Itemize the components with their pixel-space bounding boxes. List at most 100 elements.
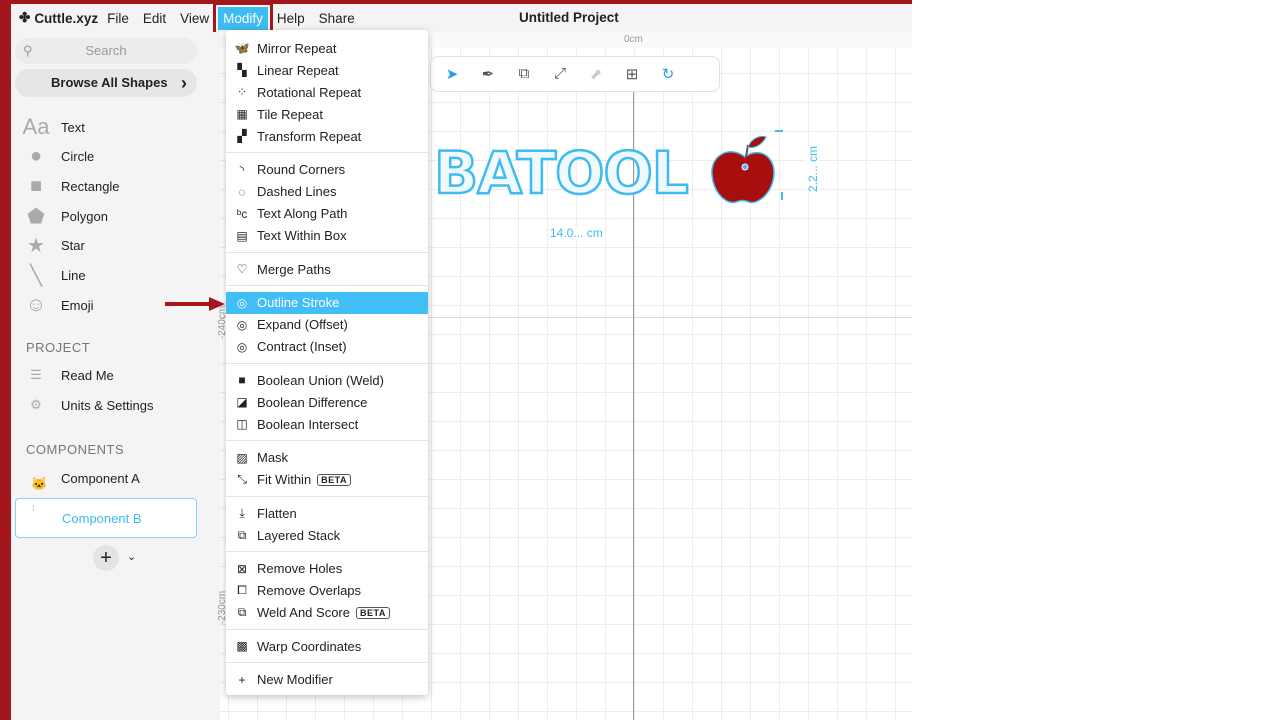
design-shapes[interactable]: BATOOL: [430, 127, 830, 217]
search-input[interactable]: ⚲ Search: [15, 38, 197, 64]
select-arrow-icon[interactable]: ➤: [443, 65, 461, 83]
menu-item-weld-and-score[interactable]: ⧉ Weld And Score BETA: [226, 602, 428, 624]
menu-item-new-modifier[interactable]: + New Modifier: [226, 669, 428, 691]
sidebar-shape-star[interactable]: ★ Star: [25, 233, 85, 259]
text-box-icon: ▤: [236, 228, 248, 243]
project-title[interactable]: Untitled Project: [519, 10, 619, 25]
menu-item-layered-stack[interactable]: ⧉ Layered Stack: [226, 524, 428, 546]
expand-icon: ◎: [236, 317, 248, 332]
beta-badge: BETA: [355, 606, 390, 619]
remove-holes-icon: ⊠: [236, 561, 248, 576]
menu-item-tile-repeat[interactable]: ▦ Tile Repeat: [226, 103, 428, 125]
warp-icon: ▩: [236, 639, 248, 653]
menu-item-dashed-lines[interactable]: ◌ Dashed Lines: [226, 181, 428, 203]
menu-view[interactable]: View: [175, 7, 214, 30]
height-dimension[interactable]: 2.2... cm: [806, 145, 821, 193]
menu-item-round-corners[interactable]: ◝ Round Corners: [226, 159, 428, 181]
menu-item-mask[interactable]: ▨ Mask: [226, 447, 428, 469]
search-icon: ⚲: [23, 43, 33, 58]
menu-item-warp-coordinates[interactable]: ▩ Warp Coordinates: [226, 635, 428, 657]
skew-icon[interactable]: ⬈: [587, 65, 605, 83]
component-b[interactable]: ⁝ Component B: [15, 498, 197, 538]
menu-item-fit-within[interactable]: ⤡ Fit Within BETA: [226, 469, 428, 491]
sidebar-shape-emoji[interactable]: ☺ Emoji: [25, 292, 94, 318]
rectangle-icon: ■: [29, 174, 43, 197]
menu-item-flatten[interactable]: ⤓ Flatten: [226, 502, 428, 524]
menu-item-boolean-intersect[interactable]: ◫ Boolean Intersect: [226, 413, 428, 435]
menu-file[interactable]: File: [102, 7, 134, 30]
sidebar: ⚲ Search Browse All Shapes › Aa Text ● Circle…: [11, 32, 220, 720]
menubar: ✤ Cuttle.xyz File Edit View Modify Help S…: [11, 4, 912, 35]
menu-item-boolean-difference[interactable]: ◪ Boolean Difference: [226, 391, 428, 413]
menu-item-transform-repeat[interactable]: ▞ Transform Repeat: [226, 125, 428, 147]
linear-repeat-icon: ▚: [237, 63, 247, 77]
emoji-icon: ☺: [25, 293, 47, 316]
sidebar-shape-rectangle[interactable]: ■ Rectangle: [25, 173, 120, 199]
sidebar-item-units-settings[interactable]: ⚙ Units & Settings: [25, 392, 153, 418]
cat-icon: 🐱: [31, 476, 48, 491]
beta-badge: BETA: [317, 473, 352, 486]
grid-icon: ▦: [236, 107, 248, 121]
plus-icon: +: [238, 672, 246, 687]
dashed-circle-icon: ◌: [238, 184, 246, 199]
rotate-icon[interactable]: ⧉: [515, 65, 533, 83]
menu-separator: [226, 440, 428, 441]
chevron-down-icon[interactable]: ⌄: [127, 550, 136, 563]
app-logo[interactable]: ✤ Cuttle.xyz: [19, 10, 98, 26]
sidebar-shape-text[interactable]: Aa Text: [22, 114, 85, 140]
snap-grid-icon[interactable]: ⊞: [623, 65, 641, 83]
sidebar-shape-line[interactable]: ╲ Line: [25, 263, 86, 289]
sidebar-item-read-me[interactable]: ☰ Read Me: [25, 362, 114, 388]
batool-text[interactable]: BATOOL: [433, 138, 690, 209]
menu-item-remove-holes[interactable]: ⊠ Remove Holes: [226, 558, 428, 580]
menu-edit[interactable]: Edit: [138, 7, 171, 30]
outline-icon: ◎: [236, 295, 248, 310]
sidebar-shape-polygon[interactable]: ⬟ Polygon: [25, 203, 108, 229]
menu-item-rotational-repeat[interactable]: ⁘ Rotational Repeat: [226, 81, 428, 103]
apple-shape[interactable]: [711, 135, 775, 204]
canvas-toolbar: ➤ ✒ ⧉ ⤢ ⬈ ⊞ ↻: [430, 56, 720, 92]
gear-icon: ⚙: [30, 397, 42, 412]
scale-icon[interactable]: ⤢: [551, 65, 569, 83]
project-heading: PROJECT: [26, 340, 91, 355]
text-aa-icon: Aa: [22, 114, 50, 139]
app-window: ✤ Cuttle.xyz File Edit View Modify Help S…: [11, 4, 912, 720]
menu-modify[interactable]: Modify: [213, 4, 273, 35]
line-icon: ╲: [29, 265, 43, 287]
menu-item-remove-overlaps[interactable]: ⧠ Remove Overlaps: [226, 580, 428, 602]
star-icon: ★: [27, 235, 45, 258]
menu-separator: [226, 362, 428, 364]
weld-score-icon: ⧉: [237, 605, 247, 619]
add-component-button[interactable]: +: [93, 545, 119, 571]
menu-item-outline-stroke[interactable]: ◎ Outline Stroke: [226, 291, 428, 314]
menu-item-contract-inset[interactable]: ◎ Contract (Inset): [226, 336, 428, 358]
browse-all-shapes-button[interactable]: Browse All Shapes ›: [15, 69, 197, 97]
pen-tool-icon[interactable]: ✒: [479, 65, 497, 83]
component-a[interactable]: 🐱 Component A: [15, 458, 197, 498]
menu-help[interactable]: Help: [272, 7, 310, 30]
merge-icon: ♡: [236, 262, 248, 276]
menu-item-expand-offset[interactable]: ◎ Expand (Offset): [226, 314, 428, 336]
sidebar-shape-circle[interactable]: ● Circle: [25, 144, 94, 170]
menu-separator: [226, 285, 428, 286]
menu-item-mirror-repeat[interactable]: 🦋 Mirror Repeat: [226, 37, 428, 59]
remove-overlaps-icon: ⧠: [237, 583, 247, 597]
transform-repeat-icon: ▞: [237, 129, 247, 143]
difference-icon: ◪: [236, 395, 248, 409]
components-heading: COMPONENTS: [26, 442, 125, 457]
menu-separator: [226, 495, 428, 497]
snap-path-icon[interactable]: ↻: [659, 65, 677, 83]
menu-item-linear-repeat[interactable]: ▚ Linear Repeat: [226, 59, 428, 81]
menu-share[interactable]: Share: [314, 7, 360, 30]
union-icon: ■: [238, 373, 246, 387]
cuttle-logo-icon: ✤: [19, 10, 31, 25]
menu-item-text-within-box[interactable]: ▤ Text Within Box: [226, 225, 428, 247]
fit-icon: ⤡: [237, 472, 247, 486]
butterfly-icon: 🦋: [234, 41, 250, 55]
menu-item-boolean-union-weld[interactable]: ■ Boolean Union (Weld): [226, 369, 428, 391]
width-dimension[interactable]: 14.0... cm: [550, 226, 603, 240]
menu-item-merge-paths[interactable]: ♡ Merge Paths: [226, 258, 428, 280]
mask-icon: ▨: [236, 450, 248, 465]
menu-item-text-along-path[interactable]: ᵇc Text Along Path: [226, 203, 428, 225]
document-icon: ☰: [30, 367, 42, 382]
